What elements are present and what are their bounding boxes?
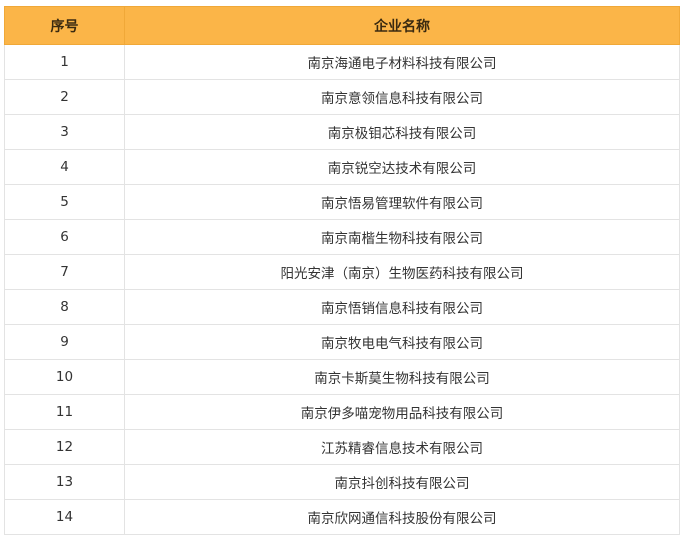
header-company-name: 企业名称 — [124, 6, 680, 45]
header-row: 序号 企业名称 — [4, 6, 680, 45]
cell-company-name: 南京南楷生物科技有限公司 — [124, 219, 680, 255]
cell-company-name: 南京卡斯莫生物科技有限公司 — [124, 359, 680, 395]
cell-serial-number: 11 — [4, 394, 125, 430]
cell-serial-number: 5 — [4, 184, 125, 220]
table-row: 14 南京欣网通信科技股份有限公司 — [4, 499, 680, 535]
header-serial-number: 序号 — [4, 6, 125, 45]
cell-serial-number: 10 — [4, 359, 125, 395]
table-row: 10 南京卡斯莫生物科技有限公司 — [4, 359, 680, 395]
cell-company-name: 南京牧电电气科技有限公司 — [124, 324, 680, 360]
table-row: 6 南京南楷生物科技有限公司 — [4, 219, 680, 255]
table-row: 12 江苏精睿信息技术有限公司 — [4, 429, 680, 465]
table-row: 3 南京极钼芯科技有限公司 — [4, 114, 680, 150]
cell-serial-number: 8 — [4, 289, 125, 325]
cell-company-name: 南京悟销信息科技有限公司 — [124, 289, 680, 325]
cell-company-name: 南京悟易管理软件有限公司 — [124, 184, 680, 220]
company-table-container: 序号 企业名称 1 南京海通电子材料科技有限公司 2 南京意领信息科技有限公司 … — [4, 6, 680, 535]
table-row: 2 南京意领信息科技有限公司 — [4, 79, 680, 115]
cell-company-name: 南京伊多喵宠物用品科技有限公司 — [124, 394, 680, 430]
cell-serial-number: 4 — [4, 149, 125, 185]
table-row: 9 南京牧电电气科技有限公司 — [4, 324, 680, 360]
cell-serial-number: 12 — [4, 429, 125, 465]
cell-serial-number: 1 — [4, 44, 125, 80]
table-row: 11 南京伊多喵宠物用品科技有限公司 — [4, 394, 680, 430]
cell-company-name: 南京极钼芯科技有限公司 — [124, 114, 680, 150]
table-row: 4 南京锐空达技术有限公司 — [4, 149, 680, 185]
table-header: 序号 企业名称 — [4, 6, 680, 45]
table-row: 5 南京悟易管理软件有限公司 — [4, 184, 680, 220]
table-row: 7 阳光安津（南京）生物医药科技有限公司 — [4, 254, 680, 290]
cell-company-name: 南京欣网通信科技股份有限公司 — [124, 499, 680, 535]
cell-serial-number: 14 — [4, 499, 125, 535]
table-body: 1 南京海通电子材料科技有限公司 2 南京意领信息科技有限公司 3 南京极钼芯科… — [4, 44, 680, 535]
company-table: 序号 企业名称 1 南京海通电子材料科技有限公司 2 南京意领信息科技有限公司 … — [4, 6, 680, 535]
cell-serial-number: 9 — [4, 324, 125, 360]
cell-serial-number: 2 — [4, 79, 125, 115]
cell-serial-number: 3 — [4, 114, 125, 150]
cell-company-name: 南京锐空达技术有限公司 — [124, 149, 680, 185]
cell-company-name: 江苏精睿信息技术有限公司 — [124, 429, 680, 465]
cell-company-name: 南京海通电子材料科技有限公司 — [124, 44, 680, 80]
cell-company-name: 阳光安津（南京）生物医药科技有限公司 — [124, 254, 680, 290]
table-row: 13 南京抖创科技有限公司 — [4, 464, 680, 500]
table-row: 8 南京悟销信息科技有限公司 — [4, 289, 680, 325]
cell-company-name: 南京抖创科技有限公司 — [124, 464, 680, 500]
cell-serial-number: 7 — [4, 254, 125, 290]
cell-serial-number: 6 — [4, 219, 125, 255]
cell-serial-number: 13 — [4, 464, 125, 500]
table-row: 1 南京海通电子材料科技有限公司 — [4, 44, 680, 80]
cell-company-name: 南京意领信息科技有限公司 — [124, 79, 680, 115]
